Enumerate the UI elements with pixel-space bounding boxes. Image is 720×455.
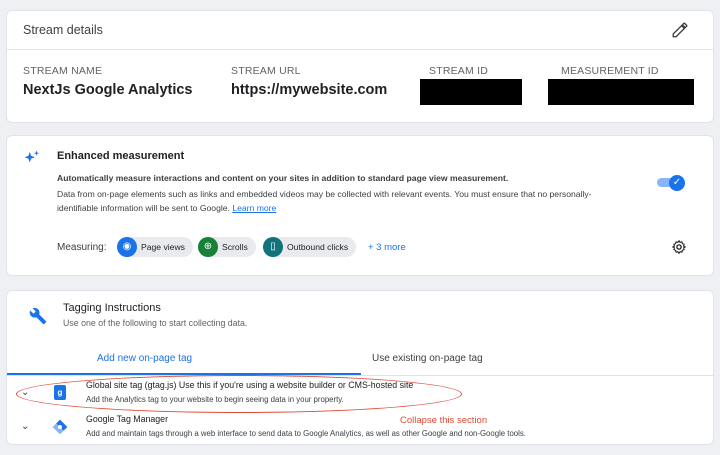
gear-icon[interactable] bbox=[671, 239, 687, 255]
crosshair-icon: ⊕ bbox=[198, 237, 218, 257]
tab-add-new-tag[interactable]: Add new on-page tag bbox=[97, 353, 192, 364]
stream-details-card: Stream details STREAM NAME NextJs Google… bbox=[6, 10, 714, 123]
measurement-id-label: MEASUREMENT ID bbox=[561, 65, 659, 77]
enhanced-measurement-title: Enhanced measurement bbox=[57, 150, 185, 162]
chip-page-views[interactable]: ◉ Page views bbox=[117, 237, 193, 257]
check-icon: ✓ bbox=[669, 175, 685, 191]
sparkle-icon bbox=[24, 150, 40, 163]
stream-name-value: NextJs Google Analytics bbox=[23, 82, 193, 98]
gtm-subtitle: Add and maintain tags through a web inte… bbox=[86, 429, 526, 438]
divider bbox=[7, 49, 713, 50]
chip-scrolls[interactable]: ⊕ Scrolls bbox=[198, 237, 256, 257]
mouse-icon: ▯ bbox=[263, 237, 283, 257]
tagging-subtitle: Use one of the following to start collec… bbox=[63, 318, 248, 328]
google-tag-manager-icon bbox=[52, 419, 68, 435]
enhanced-measurement-description: Data from on-page elements such as links… bbox=[57, 187, 627, 215]
measurement-id-redacted bbox=[548, 79, 694, 105]
annotation-text: Collapse this section bbox=[400, 415, 488, 426]
enhanced-measurement-summary: Automatically measure interactions and c… bbox=[57, 173, 509, 183]
wrench-icon bbox=[29, 307, 47, 325]
enhanced-measurement-toggle[interactable]: ✓ bbox=[655, 175, 685, 191]
chip-label: Outbound clicks bbox=[287, 242, 349, 252]
stream-details-title: Stream details bbox=[23, 23, 103, 37]
measuring-label: Measuring: bbox=[57, 242, 107, 253]
description-text: Data from on-page elements such as links… bbox=[57, 189, 592, 213]
edit-pencil-icon[interactable] bbox=[671, 21, 689, 39]
chip-label: Page views bbox=[141, 242, 185, 252]
chevron-down-icon[interactable]: ⌄ bbox=[21, 421, 29, 432]
stream-name-label: STREAM NAME bbox=[23, 65, 103, 77]
stream-url-value: https://mywebsite.com bbox=[231, 82, 388, 98]
gtm-title: Google Tag Manager bbox=[86, 414, 168, 424]
enhanced-measurement-card: Enhanced measurement Automatically measu… bbox=[6, 135, 714, 276]
tagging-title: Tagging Instructions bbox=[63, 302, 161, 314]
more-link[interactable]: + 3 more bbox=[368, 242, 406, 253]
tagging-instructions-card: Tagging Instructions Use one of the foll… bbox=[6, 290, 714, 445]
gtm-row[interactable]: ⌄ Google Tag Manager Add and maintain ta… bbox=[7, 412, 713, 444]
divider bbox=[7, 375, 713, 376]
stream-id-redacted bbox=[420, 79, 522, 105]
eye-icon: ◉ bbox=[117, 237, 137, 257]
annotation-ellipse bbox=[16, 375, 462, 413]
stream-url-label: STREAM URL bbox=[231, 65, 301, 77]
learn-more-link[interactable]: Learn more bbox=[232, 203, 276, 213]
chip-label: Scrolls bbox=[222, 242, 248, 252]
tab-use-existing-tag[interactable]: Use existing on-page tag bbox=[372, 353, 483, 364]
chip-outbound-clicks[interactable]: ▯ Outbound clicks bbox=[263, 237, 357, 257]
stream-id-label: STREAM ID bbox=[429, 65, 488, 77]
